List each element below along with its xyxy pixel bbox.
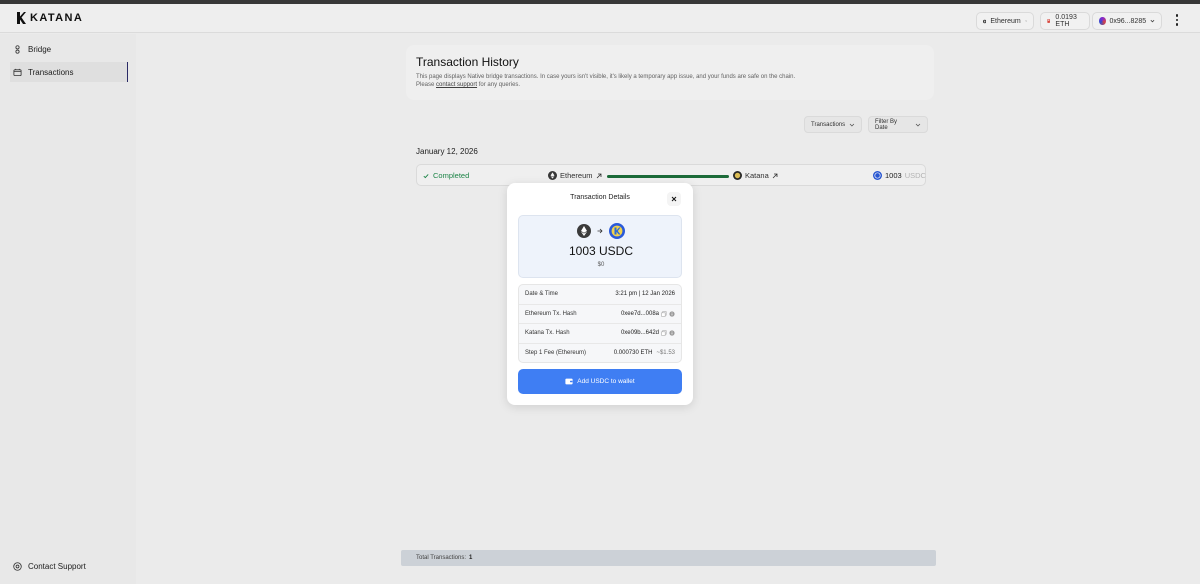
transaction-details-modal: Transaction Details 1003 USDC $0 Date & … xyxy=(507,183,693,405)
close-icon xyxy=(671,196,677,202)
katana-chain-icon xyxy=(609,223,625,239)
modal-title: Transaction Details xyxy=(570,194,630,201)
ethereum-icon xyxy=(577,224,591,238)
arrow-right-icon xyxy=(597,228,603,234)
close-button[interactable] xyxy=(667,192,681,206)
detail-row-fee: Step 1 Fee (Ethereum) 0.000730 ETH ~$1.5… xyxy=(519,344,681,364)
copy-icon[interactable] xyxy=(661,330,667,336)
wallet-icon xyxy=(565,378,573,385)
fee-usd-value: ~$1.53 xyxy=(656,350,675,357)
transfer-route xyxy=(519,223,683,239)
detail-value: 0.000730 ETH ~$1.53 xyxy=(614,350,675,356)
detail-value: 0xe09b...642d xyxy=(621,330,675,336)
modal-usd-value: $0 xyxy=(597,262,605,268)
add-token-to-wallet-button[interactable]: Add USDC to wallet xyxy=(518,369,682,394)
detail-row-ethereum-hash: Ethereum Tx. Hash 0xee7d...008a xyxy=(519,305,681,324)
detail-row-katana-hash: Katana Tx. Hash 0xe09b...642d xyxy=(519,324,681,344)
katana-hash-value[interactable]: 0xe09b...642d xyxy=(621,330,659,336)
add-button-label: Add USDC to wallet xyxy=(577,378,635,385)
details-table: Date & Time 3:21 pm | 12 Jan 2026 Ethere… xyxy=(518,284,682,363)
transfer-summary: 1003 USDC $0 xyxy=(518,215,682,278)
detail-label: Date & Time xyxy=(525,291,559,298)
detail-value: 3:21 pm | 12 Jan 2026 xyxy=(615,291,675,297)
detail-label: Step 1 Fee (Ethereum) xyxy=(525,350,587,357)
copy-icon[interactable] xyxy=(661,311,667,317)
detail-row-datetime: Date & Time 3:21 pm | 12 Jan 2026 xyxy=(519,285,681,305)
detail-label: Ethereum Tx. Hash xyxy=(525,310,577,317)
detail-value: 0xee7d...008a xyxy=(621,311,675,317)
info-icon[interactable] xyxy=(669,330,675,336)
info-icon[interactable] xyxy=(669,311,675,317)
fee-value: 0.000730 ETH xyxy=(613,350,653,357)
detail-label: Katana Tx. Hash xyxy=(525,330,570,337)
datetime-value: 3:21 pm | 12 Jan 2026 xyxy=(615,291,675,298)
ethereum-hash-value[interactable]: 0xee7d...008a xyxy=(621,311,659,317)
modal-amount: 1003 USDC xyxy=(568,244,634,258)
